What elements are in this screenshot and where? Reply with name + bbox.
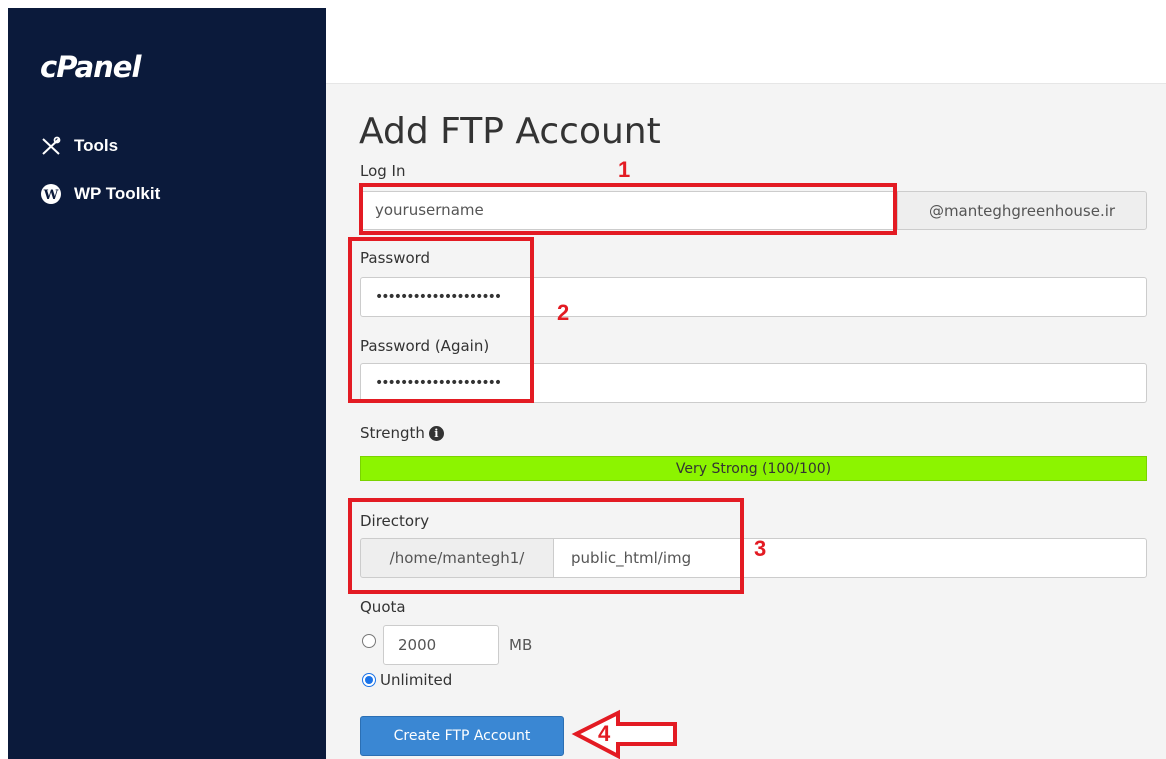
unlimited-label: Unlimited — [380, 671, 453, 689]
annotation-number-2: 2 — [557, 300, 570, 325]
page-title: Add FTP Account — [359, 111, 661, 152]
strength-meter: Very Strong (100/100) — [360, 456, 1147, 481]
annotation-box-1 — [359, 183, 897, 235]
top-bar — [326, 8, 1166, 84]
sidebar: cPanel Tools W WP Toolkit — [8, 8, 326, 759]
svg-text:W: W — [43, 188, 59, 203]
sidebar-item-tools[interactable]: Tools — [40, 134, 118, 158]
quota-limited-radio[interactable] — [362, 634, 376, 648]
sidebar-item-label: WP Toolkit — [74, 184, 161, 203]
annotation-box-2 — [348, 237, 534, 403]
arrow-left-icon — [571, 709, 677, 759]
create-ftp-account-button[interactable]: Create FTP Account — [360, 716, 564, 756]
strength-label-text: Strength — [360, 424, 425, 442]
sidebar-item-label: Tools — [74, 136, 119, 155]
annotation-box-3 — [348, 498, 744, 594]
annotation-number-3: 3 — [754, 536, 767, 561]
radio-dot — [365, 676, 373, 684]
quota-unlimited-radio[interactable] — [362, 673, 376, 687]
quota-label: Quota — [360, 598, 406, 616]
info-icon[interactable]: i — [428, 426, 444, 441]
strength-meter-text: Very Strong (100/100) — [675, 460, 832, 477]
cpanel-logo[interactable]: cPanel — [40, 50, 141, 84]
strength-label: Strength i — [360, 424, 444, 442]
sidebar-item-wp-toolkit[interactable]: W WP Toolkit — [40, 182, 160, 206]
annotation-number-4: 4 — [598, 721, 611, 746]
wordpress-icon: W — [41, 184, 61, 204]
login-label: Log In — [360, 162, 406, 180]
quota-unit: MB — [509, 636, 533, 654]
domain-addon: @manteghgreenhouse.ir — [897, 191, 1147, 230]
annotation-number-1: 1 — [618, 157, 631, 182]
tools-icon — [42, 136, 61, 155]
quota-input[interactable]: 2000 — [383, 625, 499, 665]
